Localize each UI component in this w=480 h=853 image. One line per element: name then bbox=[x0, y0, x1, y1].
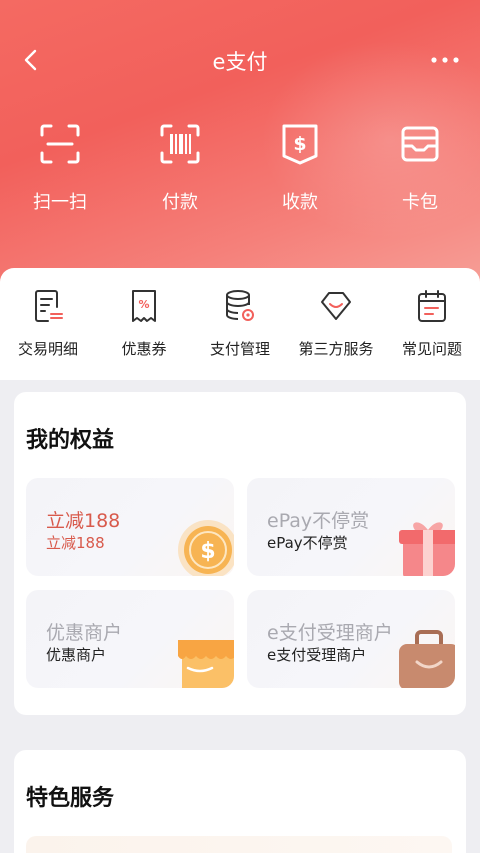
coupon-icon: % bbox=[132, 290, 156, 322]
rights-tile-merchants[interactable]: 优惠商户 优惠商户 bbox=[26, 590, 234, 688]
section-title: 特色服务 bbox=[26, 786, 115, 811]
tile-subtitle: 立减188 bbox=[46, 534, 105, 552]
tile-subtitle: ePay不停赏 bbox=[267, 534, 348, 552]
quick-item-label: 第三方服务 bbox=[298, 340, 374, 358]
tile-title: ePay不停赏 bbox=[267, 510, 370, 532]
svg-text:$: $ bbox=[293, 133, 306, 155]
quick-item-faq[interactable]: 常见问题 bbox=[384, 268, 480, 380]
tile-title: e支付受理商户 bbox=[267, 622, 393, 644]
more-button[interactable] bbox=[428, 46, 462, 74]
collect-button[interactable]: $ 收款 bbox=[240, 122, 360, 214]
back-button[interactable] bbox=[18, 46, 46, 74]
tile-title: 立减188 bbox=[46, 510, 121, 532]
scan-button[interactable]: 扫一扫 bbox=[0, 122, 120, 214]
quick-item-label: 常见问题 bbox=[401, 340, 462, 358]
rights-tile-epay-rewards[interactable]: ePay不停赏 ePay不停赏 bbox=[247, 478, 455, 576]
gift-icon bbox=[399, 522, 455, 576]
section-title: 我的权益 bbox=[26, 428, 115, 453]
coin-icon: $ bbox=[178, 520, 234, 576]
payment-settings-icon bbox=[226, 290, 254, 321]
quick-item-label: 优惠券 bbox=[121, 340, 167, 358]
featured-banner[interactable] bbox=[26, 836, 452, 853]
store-icon bbox=[178, 640, 234, 688]
navbar: e支付 bbox=[0, 36, 480, 84]
quick-item-third-party[interactable]: 第三方服务 bbox=[288, 268, 384, 380]
collect-label: 收款 bbox=[282, 192, 318, 213]
tile-title: 优惠商户 bbox=[46, 622, 123, 644]
wallet-label: 卡包 bbox=[402, 192, 438, 213]
svg-text:%: % bbox=[138, 298, 149, 311]
top-actions: 扫一扫 付款 $ 收款 卡包 bbox=[0, 122, 480, 214]
tile-subtitle: 优惠商户 bbox=[46, 646, 107, 664]
quick-item-label: 支付管理 bbox=[209, 340, 270, 358]
scan-icon bbox=[40, 124, 80, 164]
quick-item-label: 交易明细 bbox=[17, 340, 78, 358]
svg-text:$: $ bbox=[200, 539, 215, 564]
collect-icon: $ bbox=[282, 124, 318, 165]
wallet-icon bbox=[401, 126, 439, 162]
pay-button[interactable]: 付款 bbox=[120, 122, 240, 214]
quick-item-payment-settings[interactable]: 支付管理 bbox=[192, 268, 288, 380]
my-rights-card: 我的权益 立减188 立减188 $ ePay不停赏 ePay不停赏 优惠商户 … bbox=[14, 392, 466, 715]
transaction-detail-icon bbox=[35, 290, 63, 322]
pay-label: 付款 bbox=[162, 192, 198, 213]
quick-item-transactions[interactable]: 交易明细 bbox=[0, 268, 96, 380]
rights-tile-discount[interactable]: 立减188 立减188 $ bbox=[26, 478, 234, 576]
third-party-icon bbox=[321, 292, 351, 320]
scan-label: 扫一扫 bbox=[33, 192, 87, 213]
barcode-icon bbox=[160, 124, 200, 164]
tile-subtitle: e支付受理商户 bbox=[267, 646, 367, 664]
faq-icon bbox=[418, 290, 446, 322]
rights-tile-accepting-merchants[interactable]: e支付受理商户 e支付受理商户 bbox=[247, 590, 455, 688]
header-hero: e支付 扫一扫 付款 $ 收款 卡包 bbox=[0, 0, 480, 300]
back-arrow-icon bbox=[24, 49, 37, 71]
wallet-button[interactable]: 卡包 bbox=[360, 122, 480, 214]
quick-item-coupons[interactable]: % 优惠券 bbox=[96, 268, 192, 380]
quick-menu: 交易明细 % 优惠券 支付管理 第三方服务 常见问题 bbox=[0, 268, 480, 380]
featured-services-card: 特色服务 bbox=[14, 750, 466, 853]
briefcase-icon bbox=[399, 630, 455, 688]
more-dots-icon bbox=[431, 57, 459, 63]
page-title: e支付 bbox=[212, 50, 268, 74]
